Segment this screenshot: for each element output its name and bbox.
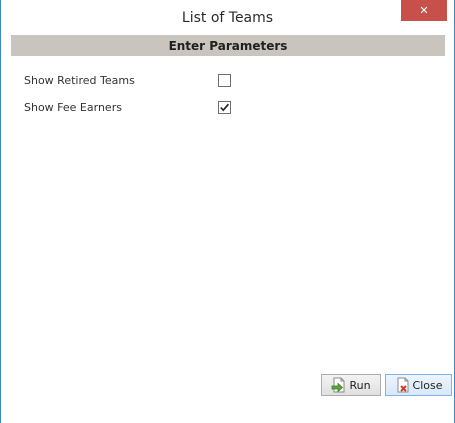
show-fee-earners-checkbox[interactable] xyxy=(218,101,231,114)
run-button-label: Run xyxy=(349,378,371,392)
show-retired-teams-checkbox[interactable] xyxy=(218,74,231,87)
dialog-window: List of Teams ✕ Enter Parameters Show Re… xyxy=(0,0,455,423)
window-close-button[interactable]: ✕ xyxy=(401,0,447,21)
show-fee-earners-label: Show Fee Earners xyxy=(24,101,122,114)
close-icon: ✕ xyxy=(419,4,429,17)
section-header: Enter Parameters xyxy=(11,35,445,56)
close-button[interactable]: Close xyxy=(385,374,452,396)
show-retired-teams-label: Show Retired Teams xyxy=(24,74,135,87)
window-title: List of Teams xyxy=(181,10,274,26)
title-bar: List of Teams ✕ xyxy=(1,0,454,32)
close-button-label: Close xyxy=(412,378,443,392)
document-close-icon xyxy=(395,377,411,393)
checkmark-icon xyxy=(220,103,230,112)
run-button[interactable]: Run xyxy=(321,374,381,396)
document-run-icon xyxy=(331,377,347,393)
